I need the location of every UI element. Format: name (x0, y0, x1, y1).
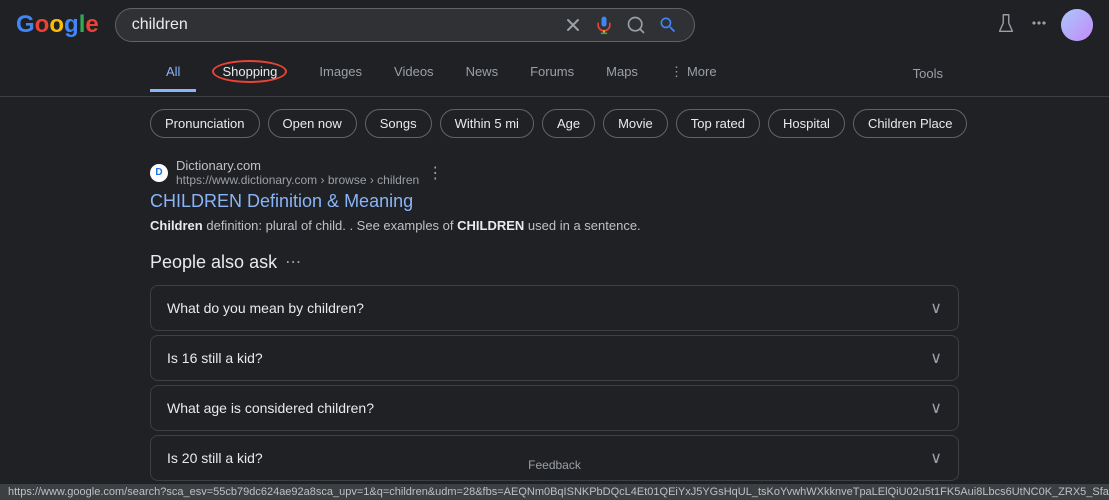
snippet-text-2: used in a sentence. (528, 218, 641, 233)
search-bar[interactable]: children (115, 8, 695, 42)
result-title[interactable]: CHILDREN Definition & Meaning (150, 191, 959, 212)
paa-more-icon[interactable]: ⋯ (285, 252, 301, 272)
avatar[interactable] (1061, 9, 1093, 41)
mic-button[interactable] (594, 15, 614, 35)
snippet-text-1: definition: plural of child. . See examp… (206, 218, 457, 233)
feedback-bar[interactable]: Feedback (520, 450, 589, 480)
chip-pronunciation[interactable]: Pronunciation (150, 109, 260, 138)
result-more-button[interactable]: ⋮ (427, 163, 443, 183)
filter-chips: Pronunciation Open now Songs Within 5 mi… (0, 97, 1109, 150)
result-source-name: Dictionary.com (176, 158, 419, 173)
paa-item-2[interactable]: What age is considered children? ∨ (150, 385, 959, 431)
clear-button[interactable] (564, 16, 582, 34)
paa-chevron-3: ∨ (930, 448, 942, 468)
paa-section: People also ask ⋯ What do you mean by ch… (150, 252, 959, 481)
header: Google children (0, 0, 1109, 50)
chip-movie[interactable]: Movie (603, 109, 668, 138)
google-logo[interactable]: Google (16, 11, 99, 39)
labs-icon[interactable] (995, 12, 1017, 39)
url-bar: https://www.google.com/search?sca_esv=55… (0, 484, 1109, 500)
nav-tabs: All Shopping Images Videos News Forums M… (0, 50, 1109, 97)
header-right (995, 9, 1093, 41)
result-snippet: Children definition: plural of child. . … (150, 216, 959, 236)
tab-images[interactable]: Images (303, 54, 378, 92)
chip-top-rated[interactable]: Top rated (676, 109, 760, 138)
result-source: D Dictionary.com https://www.dictionary.… (150, 158, 959, 187)
tab-maps[interactable]: Maps (590, 54, 654, 92)
paa-question-1: Is 16 still a kid? (167, 350, 263, 366)
paa-question-0: What do you mean by children? (167, 300, 364, 316)
chip-hospital[interactable]: Hospital (768, 109, 845, 138)
paa-question-2: What age is considered children? (167, 400, 374, 416)
paa-item-0[interactable]: What do you mean by children? ∨ (150, 285, 959, 331)
tab-news[interactable]: News (450, 54, 515, 92)
paa-item-1[interactable]: Is 16 still a kid? ∨ (150, 335, 959, 381)
tab-videos[interactable]: Videos (378, 54, 450, 92)
chip-open-now[interactable]: Open now (268, 109, 357, 138)
paa-chevron-2: ∨ (930, 398, 942, 418)
main-content: D Dictionary.com https://www.dictionary.… (0, 150, 1109, 493)
snippet-bold-2: CHILDREN (457, 218, 524, 233)
tab-all[interactable]: All (150, 54, 196, 92)
paa-header: People also ask ⋯ (150, 252, 959, 273)
search-icons (564, 15, 678, 35)
tab-forums[interactable]: Forums (514, 54, 590, 92)
tab-more[interactable]: ⋮ More (654, 54, 733, 93)
chip-age[interactable]: Age (542, 109, 595, 138)
shopping-circle-label: Shopping (212, 60, 287, 83)
chip-songs[interactable]: Songs (365, 109, 432, 138)
search-input[interactable]: children (132, 16, 556, 34)
result-favicon: D (150, 164, 168, 182)
result-item-dictionary: D Dictionary.com https://www.dictionary.… (150, 158, 959, 236)
grid-icon[interactable] (1029, 13, 1049, 38)
nav-tabs-left: All Shopping Images Videos News Forums M… (150, 50, 733, 96)
paa-question-3: Is 20 still a kid? (167, 450, 263, 466)
search-button[interactable] (658, 15, 678, 35)
lens-button[interactable] (626, 15, 646, 35)
tab-tools[interactable]: Tools (897, 56, 959, 91)
result-source-url: https://www.dictionary.com › browse › ch… (176, 173, 419, 187)
snippet-bold-1: Children (150, 218, 203, 233)
paa-chevron-0: ∨ (930, 298, 942, 318)
chip-children-place[interactable]: Children Place (853, 109, 968, 138)
chip-within-5mi[interactable]: Within 5 mi (440, 109, 534, 138)
paa-chevron-1: ∨ (930, 348, 942, 368)
tab-shopping[interactable]: Shopping (196, 50, 303, 96)
paa-title: People also ask (150, 252, 277, 273)
